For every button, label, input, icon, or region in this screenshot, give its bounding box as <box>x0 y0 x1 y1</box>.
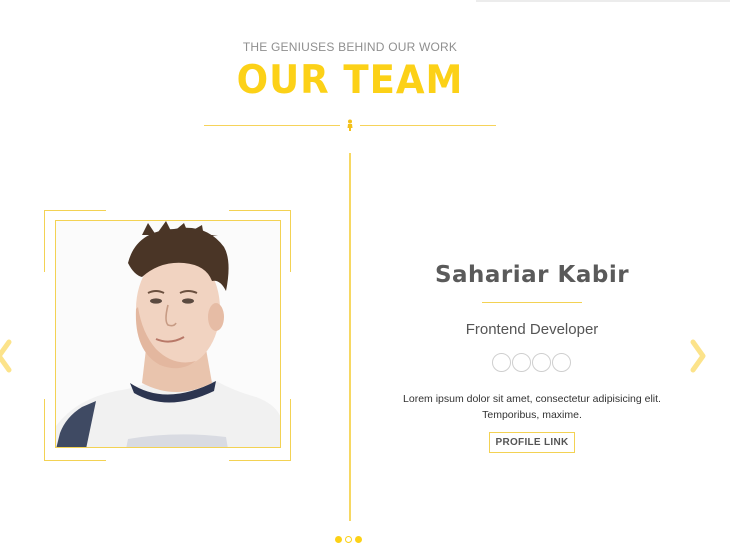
next-arrow-button[interactable] <box>688 338 708 374</box>
chevron-right-icon <box>690 339 706 373</box>
name-divider <box>482 302 582 303</box>
social-link-2[interactable] <box>512 353 531 372</box>
carousel-dot-1[interactable] <box>335 536 342 543</box>
social-link-4[interactable] <box>552 353 571 372</box>
member-name: Sahariar Kabir <box>434 262 630 288</box>
carousel-dot-2[interactable] <box>345 536 352 543</box>
section-title: OUR TEAM <box>236 58 464 103</box>
profile-link-button[interactable]: PROFILE LINK <box>489 432 575 453</box>
carousel-pagination <box>335 536 362 544</box>
prev-arrow-button[interactable] <box>0 338 14 374</box>
section-subtitle: THE GENIUSES BEHIND OUR WORK <box>242 40 458 54</box>
chevron-left-icon <box>0 339 12 373</box>
divider-right <box>360 125 496 126</box>
social-link-3[interactable] <box>532 353 551 372</box>
portrait-photo <box>56 221 280 447</box>
divider-left <box>204 125 340 126</box>
member-role: Frontend Developer <box>465 321 599 338</box>
member-bio: Lorem ipsum dolor sit amet, consectetur … <box>403 393 661 421</box>
center-vertical-line <box>349 153 351 521</box>
carousel-dot-3[interactable] <box>355 536 362 543</box>
social-links <box>492 353 572 373</box>
social-link-1[interactable] <box>492 353 511 372</box>
member-photo <box>55 220 281 448</box>
figure-icon <box>347 119 353 131</box>
top-rule <box>476 0 730 2</box>
